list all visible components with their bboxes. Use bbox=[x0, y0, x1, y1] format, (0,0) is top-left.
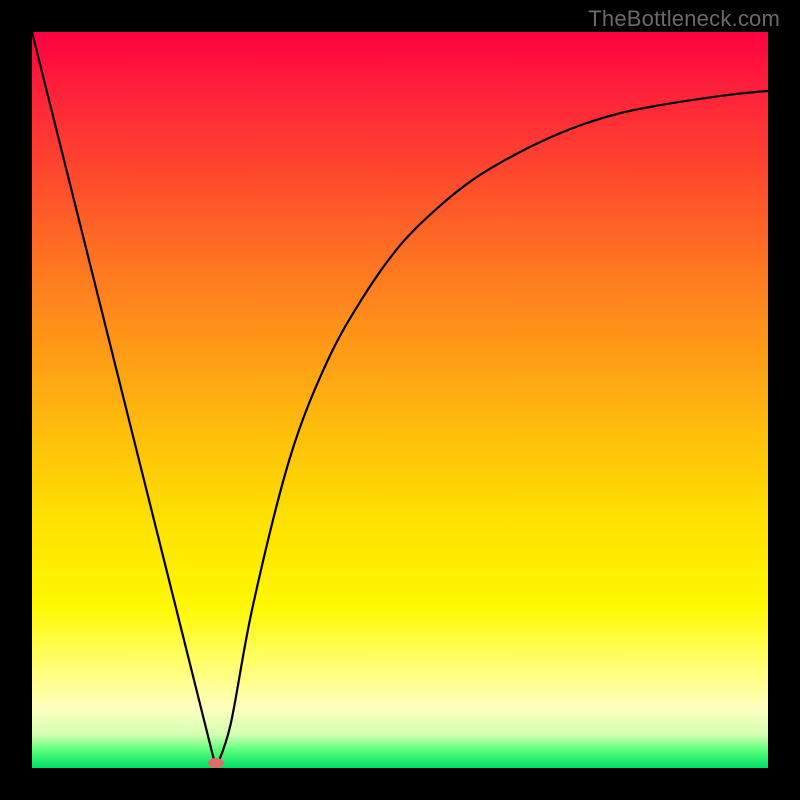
watermark-text: TheBottleneck.com bbox=[588, 6, 780, 32]
optimum-marker bbox=[208, 758, 224, 768]
chart-frame: TheBottleneck.com bbox=[0, 0, 800, 800]
plot-svg bbox=[32, 32, 768, 768]
gradient-background bbox=[32, 32, 768, 768]
plot-area bbox=[32, 32, 768, 768]
